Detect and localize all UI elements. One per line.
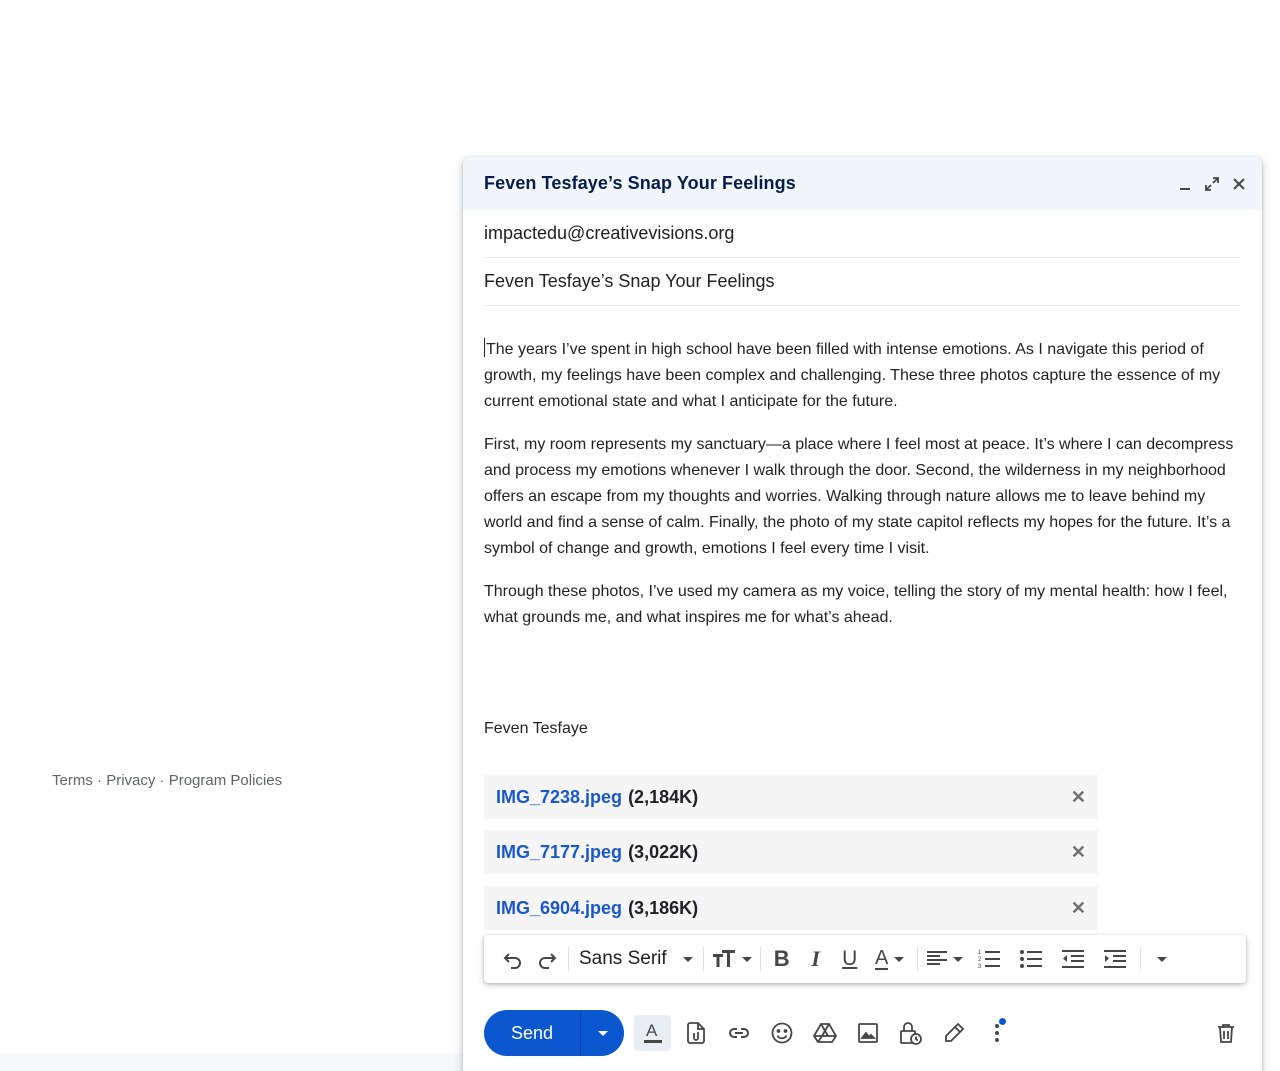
svg-text:1: 1 — [978, 950, 982, 956]
attachment-chip[interactable]: IMG_6904.jpeg (3,186K) ✕ — [484, 886, 1098, 930]
compose-window: Feven Tesfaye’s Snap Your Feelings impac… — [463, 157, 1262, 1071]
toolbar-divider — [916, 947, 918, 971]
page-bottom-band — [0, 1053, 464, 1071]
program-policies-link[interactable]: Program Policies — [169, 772, 282, 789]
terms-link[interactable]: Terms — [52, 772, 93, 789]
more-formatting-icon[interactable] — [1145, 943, 1179, 975]
font-family-dropdown[interactable]: Sans Serif — [573, 943, 699, 975]
notification-dot — [999, 1018, 1006, 1025]
attachment-size: (2,184K) — [628, 786, 699, 807]
undo-icon[interactable] — [496, 943, 530, 975]
indent-more-icon[interactable] — [1094, 943, 1136, 975]
message-body[interactable]: The years I’ve spent in high school have… — [484, 337, 1244, 648]
numbered-list-icon[interactable]: 123 — [968, 943, 1010, 975]
separator: · — [92, 772, 107, 789]
bulleted-list-icon[interactable] — [1010, 943, 1052, 975]
recipient-email: impactedu@creativevisions.org — [484, 223, 735, 243]
subject-text: Feven Tesfaye’s Snap Your Feelings — [484, 271, 775, 291]
align-icon[interactable] — [922, 943, 968, 975]
close-icon[interactable] — [1229, 174, 1248, 193]
emoji-icon[interactable] — [763, 1015, 800, 1051]
remove-attachment-icon[interactable]: ✕ — [1071, 842, 1086, 863]
attach-file-icon[interactable] — [677, 1015, 714, 1051]
compose-header[interactable]: Feven Tesfaye’s Snap Your Feelings — [463, 157, 1262, 210]
toolbar-divider — [1139, 947, 1141, 971]
svg-text:2: 2 — [978, 957, 982, 963]
formatting-options-icon[interactable]: A — [634, 1015, 671, 1051]
attachment-name[interactable]: IMG_7238.jpeg — [496, 787, 622, 808]
minimize-icon[interactable] — [1175, 174, 1194, 193]
body-paragraph: The years I’ve spent in high school have… — [484, 337, 1244, 415]
indent-less-icon[interactable] — [1052, 943, 1094, 975]
more-options-icon[interactable] — [978, 1015, 1015, 1051]
confidential-mode-icon[interactable] — [892, 1015, 929, 1051]
attachment-name[interactable]: IMG_6904.jpeg — [496, 898, 622, 919]
text-cursor — [484, 338, 485, 357]
footer-links: Terms · Privacy · Program Policies — [52, 772, 282, 789]
body-paragraph: Through these photos, I’ve used my camer… — [484, 583, 1228, 626]
schedule-send-dropdown[interactable] — [580, 1010, 624, 1056]
drive-icon[interactable] — [806, 1015, 843, 1051]
header-controls — [1175, 174, 1248, 193]
insert-link-icon[interactable] — [720, 1015, 757, 1051]
remove-attachment-icon[interactable]: ✕ — [1071, 787, 1086, 808]
attachment-name[interactable]: IMG_7177.jpeg — [496, 842, 622, 863]
toolbar-divider — [702, 947, 704, 971]
compose-title: Feven Tesfaye’s Snap Your Feelings — [484, 173, 796, 193]
insert-photo-icon[interactable] — [849, 1015, 886, 1051]
svg-text:A: A — [646, 1021, 658, 1040]
compose-bottom-bar: Send A — [484, 1009, 1244, 1057]
text-color-icon[interactable]: A — [867, 943, 913, 975]
toolbar-divider — [759, 947, 761, 971]
subject-field[interactable]: Feven Tesfaye’s Snap Your Feelings — [484, 258, 1241, 306]
separator: · — [155, 772, 169, 789]
send-button[interactable]: Send — [484, 1010, 580, 1056]
svg-text:3: 3 — [978, 964, 982, 969]
dropdown-arrow-icon — [597, 1030, 608, 1036]
send-button-group: Send — [484, 1010, 624, 1056]
attachment-chip[interactable]: IMG_7177.jpeg (3,022K) ✕ — [484, 830, 1098, 874]
text-size-icon[interactable] — [708, 943, 756, 975]
attachment-size: (3,186K) — [628, 897, 699, 918]
compose-actions: A — [634, 1015, 1015, 1051]
privacy-link[interactable]: Privacy — [106, 772, 155, 789]
body-paragraph: First, my room represents my sanctuary—a… — [484, 436, 1234, 557]
dropdown-arrow-icon — [682, 956, 693, 962]
signature-text: Feven Tesfaye — [484, 720, 588, 737]
underline-icon[interactable]: U — [833, 943, 867, 975]
signature-icon[interactable] — [935, 1015, 972, 1051]
italic-icon[interactable]: I — [799, 943, 833, 975]
bold-icon[interactable]: B — [765, 943, 799, 975]
attachment-size: (3,022K) — [628, 841, 699, 862]
expand-icon[interactable] — [1202, 174, 1221, 193]
redo-icon[interactable] — [530, 943, 564, 975]
formatting-toolbar: Sans Serif B I U A 123 — [484, 935, 1246, 983]
to-field[interactable]: impactedu@creativevisions.org — [484, 210, 1241, 258]
toolbar-divider — [568, 947, 569, 971]
font-family-label: Sans Serif — [579, 948, 667, 969]
discard-draft-icon[interactable] — [1207, 1015, 1244, 1051]
remove-attachment-icon[interactable]: ✕ — [1071, 898, 1086, 919]
attachment-chip[interactable]: IMG_7238.jpeg (2,184K) ✕ — [484, 775, 1098, 819]
